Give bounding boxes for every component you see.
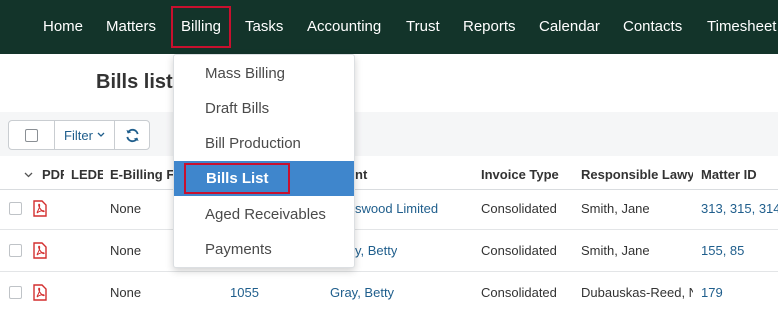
table-row: None y, Betty Consolidated Smith, Jane 1… [0,230,778,272]
menu-item-draft-bills[interactable]: Draft Bills [174,91,354,126]
page-title: Bills list [96,71,173,93]
matter-id-link[interactable]: 179 [701,272,778,313]
refresh-button[interactable] [115,121,149,149]
billing-dropdown-menu: Mass Billing Draft Bills Bill Production… [173,54,355,268]
column-responsible-lawyer[interactable]: Responsible Lawye [581,160,693,190]
nav-tasks[interactable]: Tasks [245,0,283,54]
table-row: None 1055 Gray, Betty Consolidated Dubau… [0,272,778,313]
nav-reports[interactable]: Reports [463,0,516,54]
select-all-checkbox[interactable] [25,128,38,142]
nav-calendar[interactable]: Calendar [539,0,600,54]
nav-timesheet[interactable]: Timesheet [707,0,776,54]
column-pdf[interactable]: PDF [42,160,64,190]
invoice-type-cell: Consolidated [481,201,557,216]
invoice-type-cell: Consolidated [481,285,557,300]
matter-id-link[interactable]: 155, 85 [701,230,778,272]
invoice-type-cell: Consolidated [481,243,557,258]
select-all-cell[interactable] [9,121,55,149]
pdf-icon[interactable] [33,242,47,259]
lawyer-cell: Smith, Jane [581,201,650,216]
row-checkbox[interactable] [9,286,22,299]
nav-home[interactable]: Home [43,0,83,54]
nav-billing[interactable]: Billing [171,6,232,48]
lawyer-cell: Smith, Jane [581,243,650,258]
menu-item-aged-receivables[interactable]: Aged Receivables [174,197,354,232]
column-lede[interactable]: LEDE [71,160,103,190]
client-link[interactable]: swood Limited [355,188,438,230]
ebilling-cell: None [110,201,142,216]
table-header: PDF LEDE E-Billing Fo nt Invoice Type Re… [0,160,778,190]
top-nav: Home Matters Billing Tasks Accounting Tr… [0,0,778,54]
nav-trust[interactable]: Trust [406,0,440,54]
nav-accounting[interactable]: Accounting [307,0,381,54]
collapse-chevron-icon[interactable] [24,172,33,178]
chevron-down-icon [97,132,105,137]
bill-number-link[interactable]: 1055 [230,272,259,313]
refresh-icon [125,128,139,142]
lawyer-cell: Dubauskas-Reed, N [581,285,693,300]
table-row: None swood Limited Consolidated Smith, J… [0,188,778,230]
menu-item-label: Bills List [184,163,290,194]
row-checkbox[interactable] [9,244,22,257]
ebilling-cell: None [110,285,142,300]
nav-contacts[interactable]: Contacts [623,0,682,54]
filter-button[interactable]: Filter [55,121,115,149]
table-toolbar: Filter [8,120,150,150]
menu-item-payments[interactable]: Payments [174,232,354,267]
menu-item-bills-list[interactable]: Bills List [174,161,354,196]
ebilling-cell: None [110,243,142,258]
menu-item-mass-billing[interactable]: Mass Billing [174,56,354,91]
column-invoice-type[interactable]: Invoice Type [481,160,571,190]
filter-label: Filter [64,127,93,143]
pdf-icon[interactable] [33,200,47,217]
menu-item-bill-production[interactable]: Bill Production [174,126,354,161]
column-ebilling-format[interactable]: E-Billing Fo [110,160,173,190]
client-link[interactable]: y, Betty [355,230,397,272]
nav-matters[interactable]: Matters [106,0,156,54]
pdf-icon[interactable] [33,284,47,301]
column-client[interactable]: nt [355,160,375,190]
column-matter-id[interactable]: Matter ID [701,160,778,190]
matter-id-link[interactable]: 313, 315, 314 [701,188,778,230]
row-checkbox[interactable] [9,202,22,215]
client-link[interactable]: Gray, Betty [330,272,394,313]
